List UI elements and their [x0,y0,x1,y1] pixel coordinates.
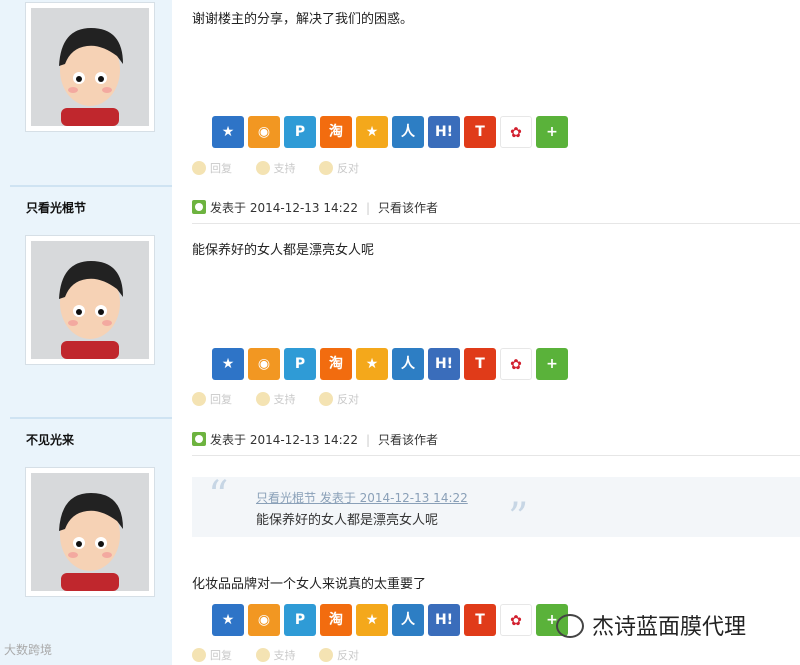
post-text: 化妆品品牌对一个女人来说真的太重要了 [192,577,427,592]
avatar-icon [31,8,149,126]
star-icon[interactable]: ★ [356,348,388,380]
oppose-button[interactable]: 反对 [319,161,359,175]
weibo-icon[interactable]: ◉ [248,604,280,636]
author-name[interactable]: 不见光来 [26,431,74,448]
support-button[interactable]: 支持 [255,648,296,662]
support-button[interactable]: 支持 [255,392,296,406]
post-actions: 回复 支持 反对 [192,160,379,176]
qzone-icon[interactable]: ★ [212,116,244,148]
post-date: 发表于 2014-12-13 14:22 [210,433,358,447]
thumb-down-icon [319,392,333,406]
avatar[interactable] [25,2,155,132]
reply-button[interactable]: 回复 [192,392,232,406]
share-bar: ★ ◉ P 淘 ★ 人 H! T ✿ + [212,604,572,636]
taobao-icon[interactable]: 淘 [320,604,352,636]
post-text: 能保养好的女人都是漂亮女人呢 [192,243,375,258]
author-name[interactable]: 只看光棍节 [26,199,86,216]
more-plus-icon[interactable]: + [536,348,568,380]
weibo-red-icon[interactable]: ✿ [500,116,532,148]
quote-text: 能保养好的女人都是漂亮女人呢 [256,513,439,528]
share-bar: ★ ◉ P 淘 ★ 人 H! T ✿ + [212,348,572,380]
thumb-down-icon [319,161,333,175]
weibo-icon[interactable]: ◉ [248,116,280,148]
taobao-icon[interactable]: 淘 [320,348,352,380]
post-text: 谢谢楼主的分享，解决了我们的困惑。 [192,12,414,27]
star-icon[interactable]: ★ [356,604,388,636]
weibo-red-icon[interactable]: ✿ [500,604,532,636]
reply-icon [192,648,206,662]
avatar-icon [31,241,149,359]
pinterest-icon[interactable]: P [284,604,316,636]
post-2: 只看光棍节 发表于 2014-12-13 14:22 | 只看该作者 能保养好的女人… [0,185,800,417]
post-1: 谢谢楼主的分享，解决了我们的困惑。 ★ ◉ P 淘 ★ 人 H! T ✿ + 回复 支持 反对 [0,0,800,185]
qzone-icon[interactable]: ★ [212,348,244,380]
post-status-icon [192,432,206,446]
oppose-button[interactable]: 反对 [319,392,359,406]
oppose-button[interactable]: 反对 [319,648,359,662]
tencent-weibo-icon[interactable]: T [464,604,496,636]
thumb-up-icon [255,648,270,662]
renren-icon[interactable]: 人 [392,604,424,636]
more-plus-icon[interactable]: + [536,116,568,148]
hi-icon[interactable]: H! [428,116,460,148]
weibo-icon[interactable]: ◉ [248,348,280,380]
watermark-left: 大数跨境 [4,643,53,657]
hi-icon[interactable]: H! [428,348,460,380]
avatar[interactable] [25,235,155,365]
tencent-weibo-icon[interactable]: T [464,116,496,148]
support-button[interactable]: 支持 [255,161,296,175]
thumb-down-icon [319,648,333,662]
qzone-icon[interactable]: ★ [212,604,244,636]
avatar[interactable] [25,467,155,597]
post-actions: 回复 支持 反对 [192,391,379,407]
pinterest-icon[interactable]: P [284,348,316,380]
post-status-icon [192,200,206,214]
quote-open-icon: “ [208,473,229,519]
post-meta: 发表于 2014-12-13 14:22 | 只看该作者 [192,431,792,449]
pinterest-icon[interactable]: P [284,116,316,148]
reply-button[interactable]: 回复 [192,161,232,175]
weibo-red-icon[interactable]: ✿ [500,348,532,380]
thumb-up-icon [255,392,270,406]
watermark-right: 杰诗蓝面膜代理 [556,609,746,641]
renren-icon[interactable]: 人 [392,348,424,380]
quote-block: “ 只看光棍节 发表于 2014-12-13 14:22 能保养好的女人都是漂亮… [192,473,800,541]
watermark-right-text: 杰诗蓝面膜代理 [592,615,747,640]
avatar-icon [31,473,149,591]
post-date: 发表于 2014-12-13 14:22 [210,201,358,215]
star-icon[interactable]: ★ [356,116,388,148]
post-actions: 回复 支持 反对 [192,647,379,663]
quote-author-link[interactable]: 只看光棍节 发表于 2014-12-13 14:22 [256,489,468,506]
reply-icon [192,161,206,175]
quote-close-icon: ” [508,495,529,541]
taobao-icon[interactable]: 淘 [320,116,352,148]
only-author-link[interactable]: 只看该作者 [378,433,438,447]
post-meta: 发表于 2014-12-13 14:22 | 只看该作者 [192,199,792,217]
renren-icon[interactable]: 人 [392,116,424,148]
reply-button[interactable]: 回复 [192,648,232,662]
only-author-link[interactable]: 只看该作者 [378,201,438,215]
hi-icon[interactable]: H! [428,604,460,636]
tencent-weibo-icon[interactable]: T [464,348,496,380]
reply-icon [192,392,206,406]
thumb-up-icon [255,161,270,175]
share-bar: ★ ◉ P 淘 ★ 人 H! T ✿ + [212,116,572,148]
wechat-icon [556,614,584,638]
